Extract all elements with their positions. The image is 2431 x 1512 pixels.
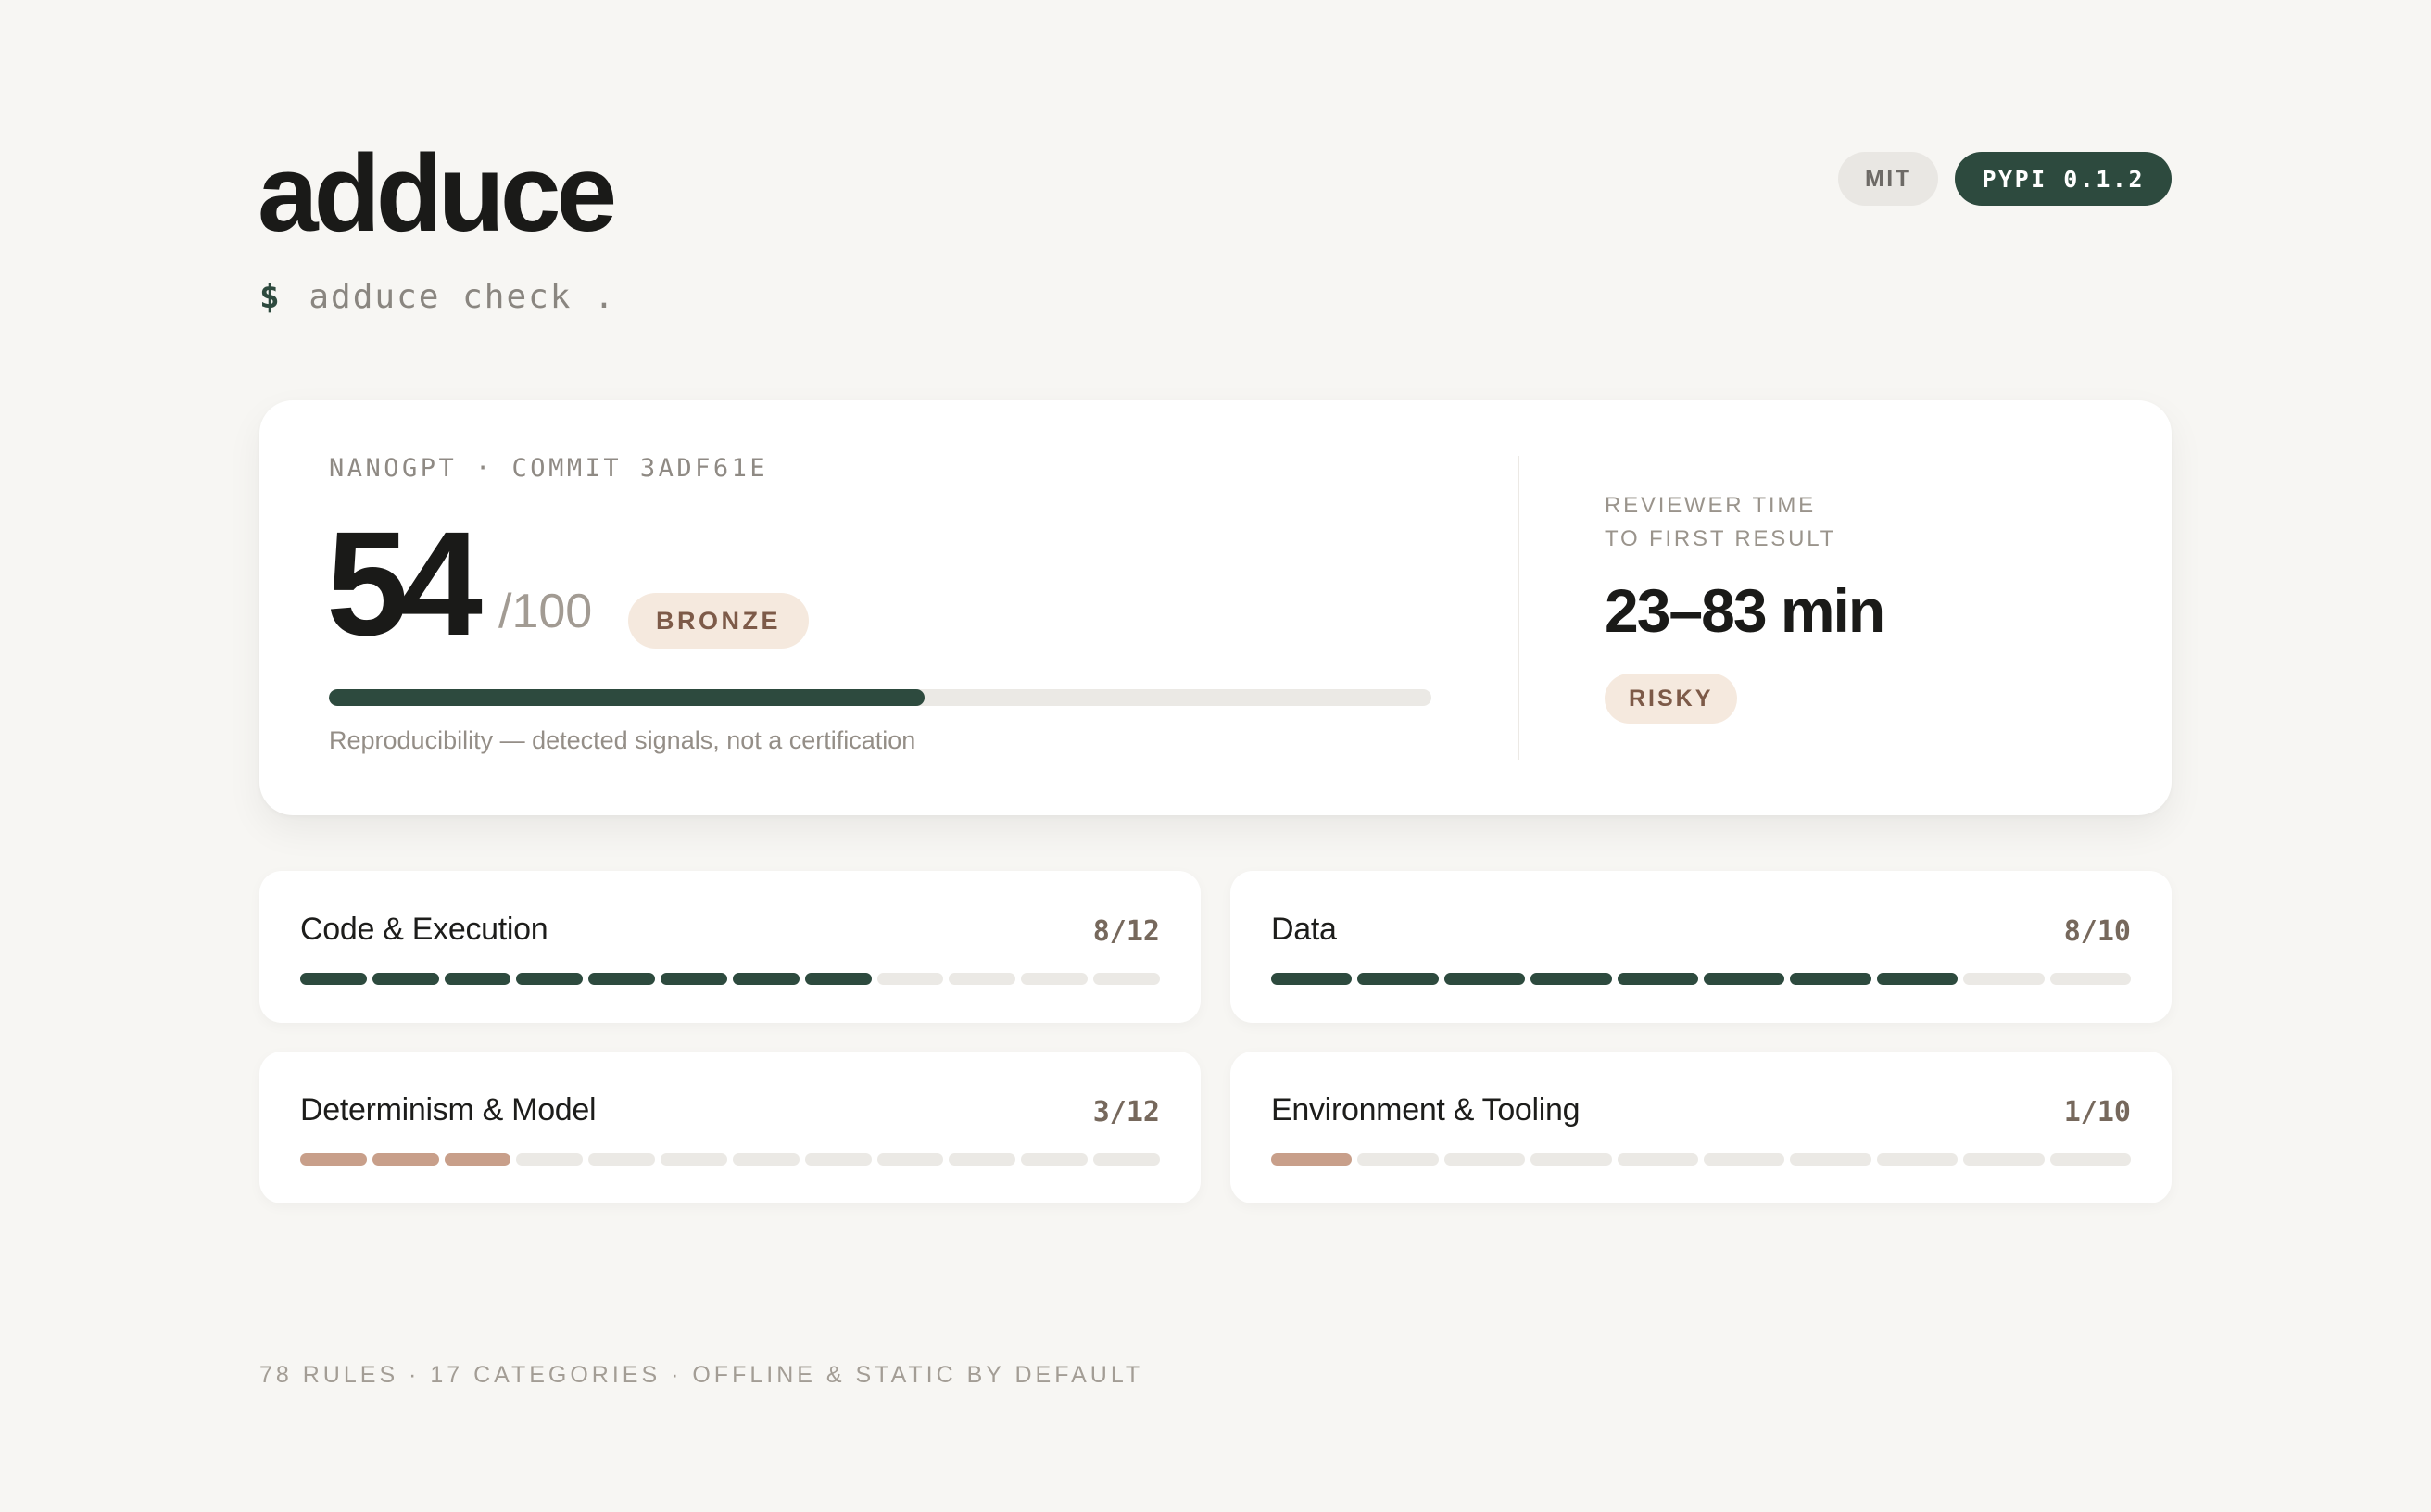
category-card-data[interactable]: Data 8/10 — [1230, 871, 2172, 1023]
category-name: Code & Execution — [300, 912, 548, 947]
prompt-symbol: $ — [259, 278, 282, 316]
risk-badge: RISKY — [1605, 674, 1738, 724]
segment-empty — [2049, 1153, 2132, 1166]
segment-empty — [1617, 1153, 1699, 1166]
segment-filled — [1530, 973, 1612, 985]
category-name: Determinism & Model — [300, 1092, 597, 1128]
category-segment-bar — [300, 973, 1160, 985]
segment-empty — [1093, 973, 1160, 985]
segment-filled — [372, 973, 439, 985]
tier-badge: BRONZE — [628, 593, 809, 649]
category-card-environment-tooling[interactable]: Environment & Tooling 1/10 — [1230, 1052, 2172, 1203]
segment-empty — [1093, 1153, 1160, 1166]
segment-empty — [1530, 1153, 1612, 1166]
category-segment-bar — [1271, 1153, 2132, 1166]
segment-filled — [1704, 973, 1785, 985]
segment-filled — [732, 973, 800, 985]
segment-empty — [1704, 1153, 1785, 1166]
segment-empty — [2049, 973, 2132, 985]
category-score: 3/12 — [1092, 1096, 1160, 1128]
segment-filled — [300, 973, 367, 985]
segment-filled — [1617, 973, 1699, 985]
segment-empty — [516, 1153, 584, 1166]
reviewer-label-line-1: REVIEWER TIME — [1605, 493, 1816, 518]
category-score: 8/12 — [1092, 915, 1160, 948]
score-card: NANOGPT · COMMIT 3ADF61E 54 /100 BRONZE … — [259, 400, 2172, 815]
segment-empty — [1021, 973, 1089, 985]
license-badge[interactable]: MIT — [1837, 152, 1939, 206]
segment-empty — [876, 1153, 944, 1166]
segment-filled — [516, 973, 584, 985]
category-segment-bar — [300, 1153, 1160, 1166]
segment-empty — [804, 1153, 872, 1166]
segment-empty — [1963, 973, 2045, 985]
command-line: $ adduce check . — [259, 278, 616, 316]
segment-filled — [661, 973, 727, 985]
category-name: Data — [1271, 912, 1337, 947]
segment-filled — [804, 973, 872, 985]
segment-empty — [1963, 1153, 2045, 1166]
segment-filled — [372, 1153, 439, 1166]
segment-empty — [661, 1153, 727, 1166]
segment-empty — [876, 973, 944, 985]
badge-row: MIT PYPI 0.1.2 — [1837, 152, 2172, 206]
category-name: Environment & Tooling — [1271, 1092, 1581, 1128]
segment-empty — [1021, 1153, 1089, 1166]
reviewer-label-line-2: TO FIRST RESULT — [1605, 526, 1837, 551]
category-score: 8/10 — [2063, 915, 2131, 948]
category-segment-bar — [1271, 973, 2132, 985]
segment-filled — [1271, 1153, 1353, 1166]
score-value: 54 — [326, 500, 483, 666]
segment-empty — [949, 973, 1016, 985]
score-progress-fill — [329, 689, 925, 706]
repo-commit-label: NANOGPT · COMMIT 3ADF61E — [329, 454, 769, 483]
reviewer-time-value: 23–83 min — [1605, 576, 1885, 645]
category-score: 1/10 — [2063, 1096, 2131, 1128]
segment-empty — [1790, 1153, 1871, 1166]
segment-filled — [1876, 973, 1959, 985]
score-progress-track — [329, 689, 1431, 706]
score-note: Reproducibility — detected signals, not … — [329, 726, 916, 754]
segment-filled — [1790, 973, 1871, 985]
score-max: /100 — [498, 585, 593, 638]
segment-filled — [1271, 973, 1353, 985]
category-card-determinism-model[interactable]: Determinism & Model 3/12 — [259, 1052, 1201, 1203]
segment-empty — [588, 1153, 656, 1166]
segment-filled — [1443, 973, 1526, 985]
segment-empty — [1876, 1153, 1959, 1166]
segment-filled — [588, 973, 656, 985]
category-card-code-execution[interactable]: Code & Execution 8/12 — [259, 871, 1201, 1023]
app-title: adduce — [258, 132, 617, 255]
segment-filled — [444, 1153, 511, 1166]
card-divider — [1518, 456, 1519, 760]
pypi-version-badge[interactable]: PYPI 0.1.2 — [1955, 152, 2172, 206]
segment-empty — [1357, 1153, 1439, 1166]
segment-filled — [300, 1153, 367, 1166]
segment-filled — [1357, 973, 1439, 985]
segment-empty — [732, 1153, 800, 1166]
segment-empty — [949, 1153, 1016, 1166]
segment-empty — [1443, 1153, 1526, 1166]
reviewer-time-label: REVIEWER TIME TO FIRST RESULT — [1605, 489, 1994, 556]
footer-summary: 78 RULES · 17 CATEGORIES · OFFLINE & STA… — [259, 1362, 1144, 1388]
segment-filled — [444, 973, 511, 985]
command-text: adduce check . — [309, 278, 616, 316]
